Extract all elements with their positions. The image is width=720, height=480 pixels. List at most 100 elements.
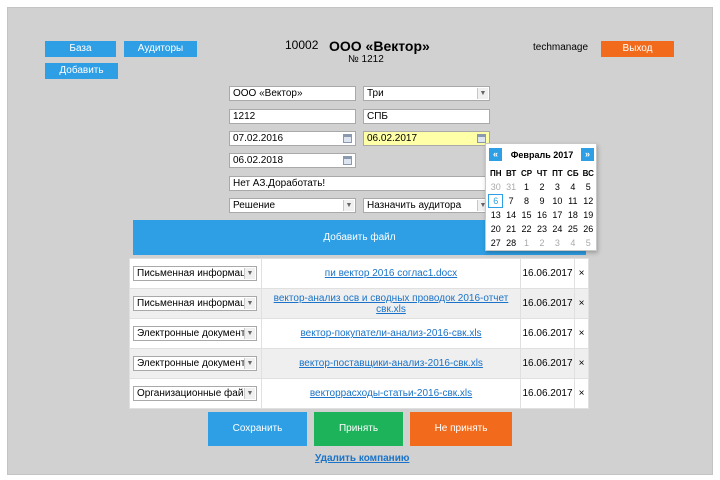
- calendar-day[interactable]: 15: [519, 208, 534, 222]
- file-date: 16.06.2017: [520, 318, 576, 349]
- calendar-day[interactable]: 7: [503, 194, 518, 208]
- calendar-icon[interactable]: [343, 134, 352, 143]
- add-button[interactable]: Добавить: [45, 63, 118, 79]
- file-link[interactable]: пи вектор 2016 соглас1.docx: [325, 268, 457, 279]
- calendar-day[interactable]: 24: [550, 222, 565, 236]
- calendar-day[interactable]: 19: [581, 208, 596, 222]
- decision-select[interactable]: Решение ▼: [229, 198, 356, 213]
- close-icon[interactable]: ×: [579, 268, 585, 279]
- close-icon[interactable]: ×: [579, 298, 585, 309]
- file-type-cell: Письменная информац ▼: [129, 258, 262, 289]
- chevron-down-icon: ▼: [244, 328, 255, 339]
- assign-auditor-select[interactable]: Назначить аудитора ▼: [363, 198, 490, 213]
- calendar-day[interactable]: 3: [550, 236, 565, 250]
- calendar-day[interactable]: 25: [565, 222, 580, 236]
- calendar-day[interactable]: 6: [488, 194, 504, 208]
- chevron-down-icon: ▼: [343, 200, 354, 211]
- file-type-select[interactable]: Электронные документ ▼: [133, 356, 257, 371]
- calendar-day[interactable]: 14: [503, 208, 518, 222]
- next-month-button[interactable]: »: [581, 148, 594, 161]
- calendar-day[interactable]: 22: [519, 222, 534, 236]
- calendar-day[interactable]: 10: [550, 194, 565, 208]
- calendar-day[interactable]: 26: [581, 222, 596, 236]
- delete-file-cell: ×: [574, 258, 589, 289]
- table-row: Электронные документ ▼ вектор-покупатели-а…: [129, 318, 589, 349]
- calendar-day[interactable]: 11: [565, 194, 580, 208]
- file-type-select[interactable]: Организационные фай ▼: [133, 386, 257, 401]
- calendar-day[interactable]: 31: [503, 180, 518, 194]
- weekday-label: ВС: [582, 169, 594, 178]
- file-type-value: Электронные документ: [137, 358, 246, 369]
- date-end-input[interactable]: 06.02.2018: [229, 153, 356, 168]
- base-button[interactable]: База: [45, 41, 116, 57]
- calendar-day[interactable]: 27: [488, 236, 503, 250]
- calendar-day[interactable]: 4: [565, 180, 580, 194]
- calendar-icon[interactable]: [477, 134, 486, 143]
- calendar-day[interactable]: 17: [550, 208, 565, 222]
- prev-month-button[interactable]: «: [489, 148, 502, 161]
- close-icon[interactable]: ×: [579, 328, 585, 339]
- page-title: ООО «Вектор»: [329, 38, 430, 54]
- chevron-down-icon: ▼: [477, 88, 488, 99]
- calendar-day[interactable]: 5: [581, 180, 596, 194]
- file-link[interactable]: вектор-анализ осв и сводных проводок 201…: [274, 293, 509, 315]
- calendar-day[interactable]: 18: [565, 208, 580, 222]
- file-type-value: Письменная информац: [137, 298, 246, 309]
- delete-file-cell: ×: [574, 318, 589, 349]
- close-icon[interactable]: ×: [579, 388, 585, 399]
- city-input[interactable]: СПБ: [363, 109, 490, 124]
- file-type-select[interactable]: Электронные документ ▼: [133, 326, 257, 341]
- save-button[interactable]: Сохранить: [208, 412, 307, 446]
- calendar-day[interactable]: 12: [581, 194, 596, 208]
- calendar-day[interactable]: 2: [534, 180, 549, 194]
- file-date: 16.06.2017: [520, 258, 576, 289]
- calendar-day[interactable]: 28: [503, 236, 518, 250]
- calendar-day[interactable]: 5: [581, 236, 596, 250]
- company-name-input[interactable]: ООО «Вектор»: [229, 86, 356, 101]
- file-type-select[interactable]: Письменная информац ▼: [133, 266, 257, 281]
- calendar-month-title: Февраль 2017: [510, 150, 574, 160]
- file-date: 16.06.2017: [520, 348, 576, 379]
- file-type-select[interactable]: Письменная информац ▼: [133, 296, 257, 311]
- calendar-icon[interactable]: [343, 156, 352, 165]
- date-check-input[interactable]: 06.02.2017: [363, 131, 490, 146]
- calendar-day[interactable]: 13: [488, 208, 503, 222]
- calendar-day[interactable]: 3: [550, 180, 565, 194]
- file-link[interactable]: векторрасходы-статьи-2016-свк.xls: [310, 388, 472, 399]
- category-select-value: Три: [367, 88, 384, 99]
- accept-button[interactable]: Принять: [314, 412, 403, 446]
- file-link[interactable]: вектор-покупатели-анализ-2016-свк.xls: [300, 328, 481, 339]
- calendar-day[interactable]: 9: [534, 194, 549, 208]
- comment-input[interactable]: Нет АЗ.Доработать!: [229, 176, 490, 191]
- calendar-day[interactable]: 4: [565, 236, 580, 250]
- chevron-down-icon: ▼: [244, 298, 255, 309]
- calendar-day[interactable]: 8: [519, 194, 534, 208]
- weekday-label: ПТ: [552, 169, 563, 178]
- calendar-day[interactable]: 30: [488, 180, 503, 194]
- logout-button[interactable]: Выход: [601, 41, 674, 57]
- file-name-cell: вектор-поставщики-анализ-2016-свк.xls: [260, 348, 522, 379]
- chevron-down-icon: ▼: [244, 388, 255, 399]
- date-start-input[interactable]: 07.02.2016: [229, 131, 356, 146]
- calendar-day[interactable]: 20: [488, 222, 503, 236]
- file-type-cell: Электронные документ ▼: [129, 348, 262, 379]
- date-picker-popup: « Февраль 2017 » ПН ВТ СР ЧТ ПТ СБ ВС 30 31 1 2 3 4…: [485, 143, 597, 251]
- delete-company-link[interactable]: Удалить компанию: [315, 453, 409, 464]
- file-name-cell: вектор-анализ осв и сводных проводок 201…: [260, 288, 522, 319]
- table-row: Письменная информац ▼ вектор-анализ осв и …: [129, 288, 589, 319]
- auditors-button[interactable]: Аудиторы: [124, 41, 197, 57]
- calendar-day[interactable]: 1: [519, 236, 534, 250]
- file-link[interactable]: вектор-поставщики-анализ-2016-свк.xls: [299, 358, 483, 369]
- calendar-day[interactable]: 1: [519, 180, 534, 194]
- date-start-value: 07.02.2016: [233, 133, 284, 144]
- reject-button[interactable]: Не принять: [410, 412, 512, 446]
- calendar-day[interactable]: 16: [534, 208, 549, 222]
- weekday-label: СБ: [567, 169, 579, 178]
- calendar-day[interactable]: 23: [534, 222, 549, 236]
- weekday-label: ПН: [489, 169, 502, 178]
- category-select[interactable]: Три ▼: [363, 86, 490, 101]
- code-input[interactable]: 1212: [229, 109, 356, 124]
- close-icon[interactable]: ×: [579, 358, 585, 369]
- calendar-day[interactable]: 2: [534, 236, 549, 250]
- calendar-day[interactable]: 21: [503, 222, 518, 236]
